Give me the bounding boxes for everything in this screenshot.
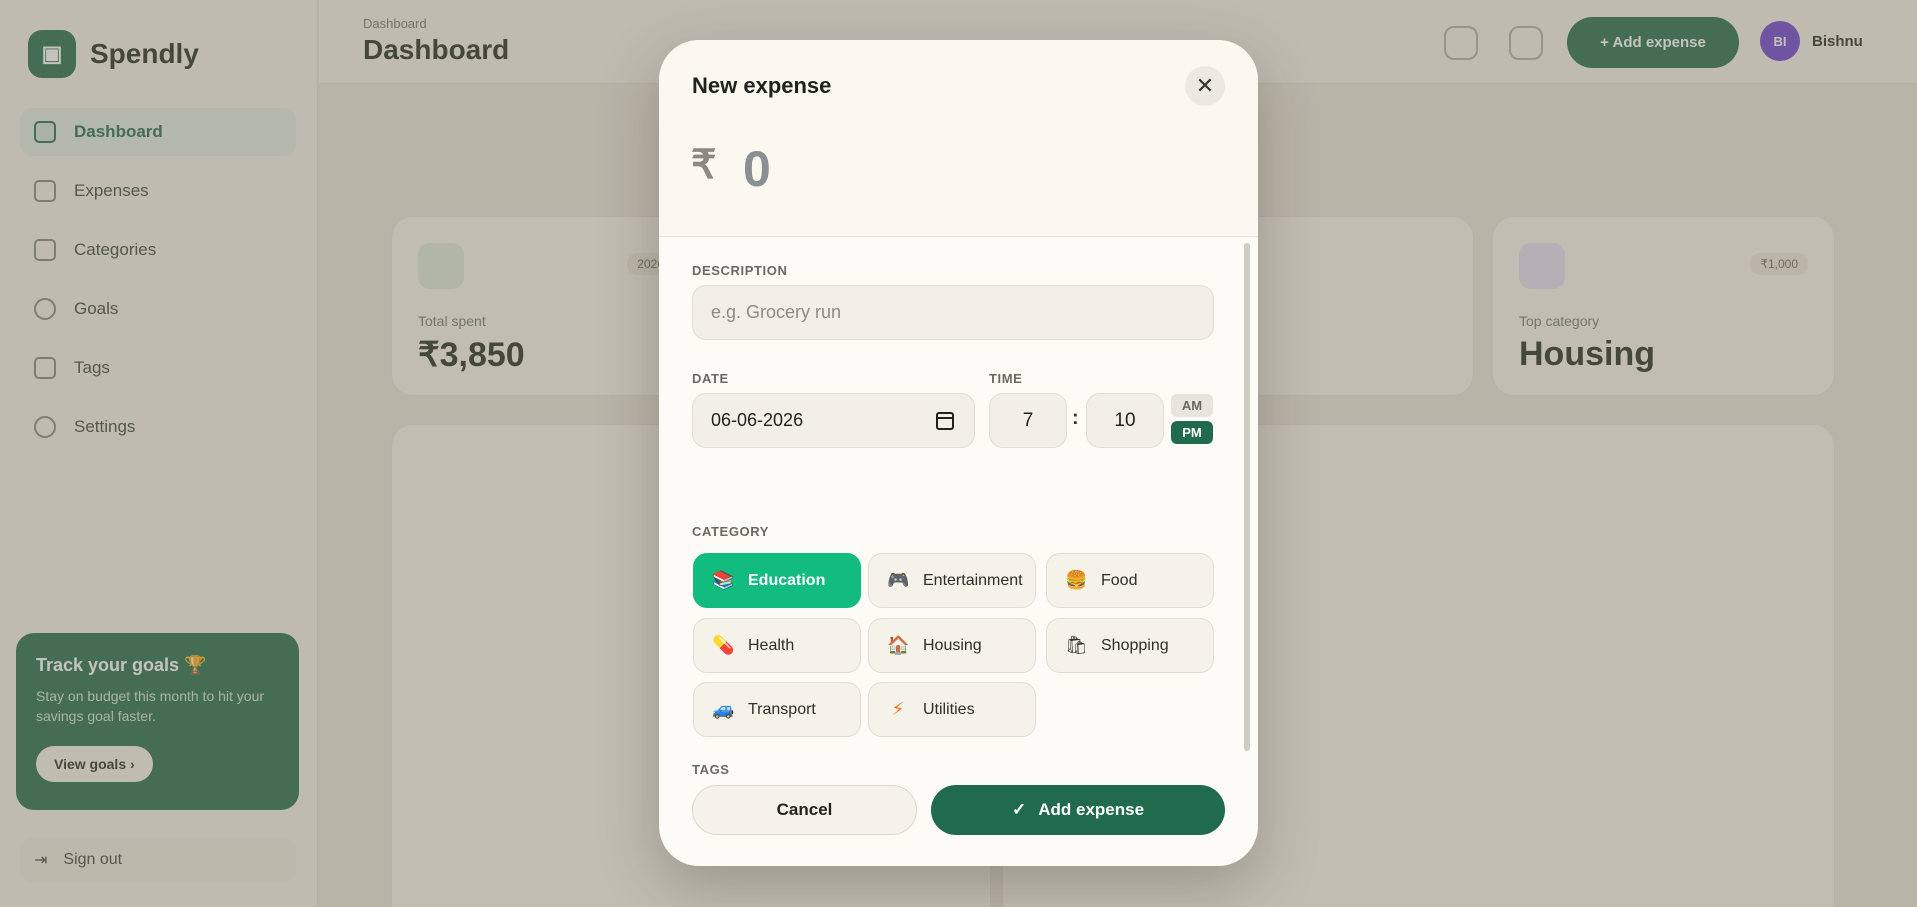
scrollbar[interactable] bbox=[1244, 243, 1250, 751]
shopping-bag-icon: 🛍 bbox=[1065, 635, 1088, 656]
date-input[interactable]: 06-06-2026 bbox=[692, 393, 975, 448]
time-separator: : bbox=[1072, 407, 1079, 429]
currency-symbol: ₹ bbox=[691, 143, 717, 187]
am-toggle[interactable]: AM bbox=[1171, 394, 1213, 417]
category-label-text: Housing bbox=[923, 636, 982, 654]
hour-input[interactable]: 7 bbox=[989, 393, 1067, 448]
category-food[interactable]: 🍔 Food bbox=[1046, 553, 1214, 608]
category-shopping[interactable]: 🛍 Shopping bbox=[1046, 618, 1214, 673]
house-icon: 🏠 bbox=[887, 635, 910, 656]
category-label-text: Food bbox=[1101, 571, 1138, 589]
add-expense-submit-button[interactable]: ✓ Add expense bbox=[931, 785, 1225, 835]
close-icon: ✕ bbox=[1195, 73, 1215, 98]
category-housing[interactable]: 🏠 Housing bbox=[868, 618, 1036, 673]
pm-toggle[interactable]: PM bbox=[1171, 421, 1213, 444]
gamepad-icon: 🎮 bbox=[887, 570, 910, 591]
burger-icon: 🍔 bbox=[1065, 570, 1088, 591]
category-label: CATEGORY bbox=[692, 524, 770, 539]
category-label-text: Utilities bbox=[923, 700, 975, 718]
category-health[interactable]: 💊 Health bbox=[693, 618, 861, 673]
category-education[interactable]: 📚 Education bbox=[693, 553, 861, 608]
description-label: DESCRIPTION bbox=[692, 263, 788, 278]
cancel-button[interactable]: Cancel bbox=[692, 785, 917, 835]
category-entertainment[interactable]: 🎮 Entertainment bbox=[868, 553, 1036, 608]
books-icon: 📚 bbox=[712, 570, 735, 591]
minute-input[interactable]: 10 bbox=[1086, 393, 1164, 448]
date-label: DATE bbox=[692, 371, 729, 386]
calendar-icon[interactable] bbox=[936, 412, 954, 430]
amount-input[interactable]: 0 bbox=[743, 140, 771, 198]
category-transport[interactable]: 🚙 Transport bbox=[693, 682, 861, 737]
category-label-text: Entertainment bbox=[923, 571, 1023, 589]
add-expense-label: Add expense bbox=[1038, 800, 1145, 819]
category-label-text: Health bbox=[748, 636, 795, 654]
modal-header: New expense ✕ ₹ 0 bbox=[659, 40, 1258, 237]
modal-title: New expense bbox=[692, 73, 832, 98]
category-utilities[interactable]: ⚡ Utilities bbox=[868, 682, 1036, 737]
category-label-text: Shopping bbox=[1101, 636, 1169, 654]
date-value: 06-06-2026 bbox=[711, 410, 804, 430]
tags-label: TAGS bbox=[692, 762, 730, 777]
category-label-text: Transport bbox=[748, 700, 816, 718]
pill-icon: 💊 bbox=[712, 635, 735, 656]
time-label: TIME bbox=[989, 371, 1023, 386]
new-expense-modal: New expense ✕ ₹ 0 DESCRIPTION e.g. Groce… bbox=[659, 40, 1258, 866]
lightning-icon: ⚡ bbox=[891, 699, 905, 720]
car-icon: 🚙 bbox=[712, 699, 735, 720]
description-input[interactable]: e.g. Grocery run bbox=[692, 285, 1214, 340]
close-button[interactable]: ✕ bbox=[1185, 66, 1225, 106]
check-icon: ✓ bbox=[1011, 800, 1027, 819]
category-label-text: Education bbox=[748, 571, 826, 589]
